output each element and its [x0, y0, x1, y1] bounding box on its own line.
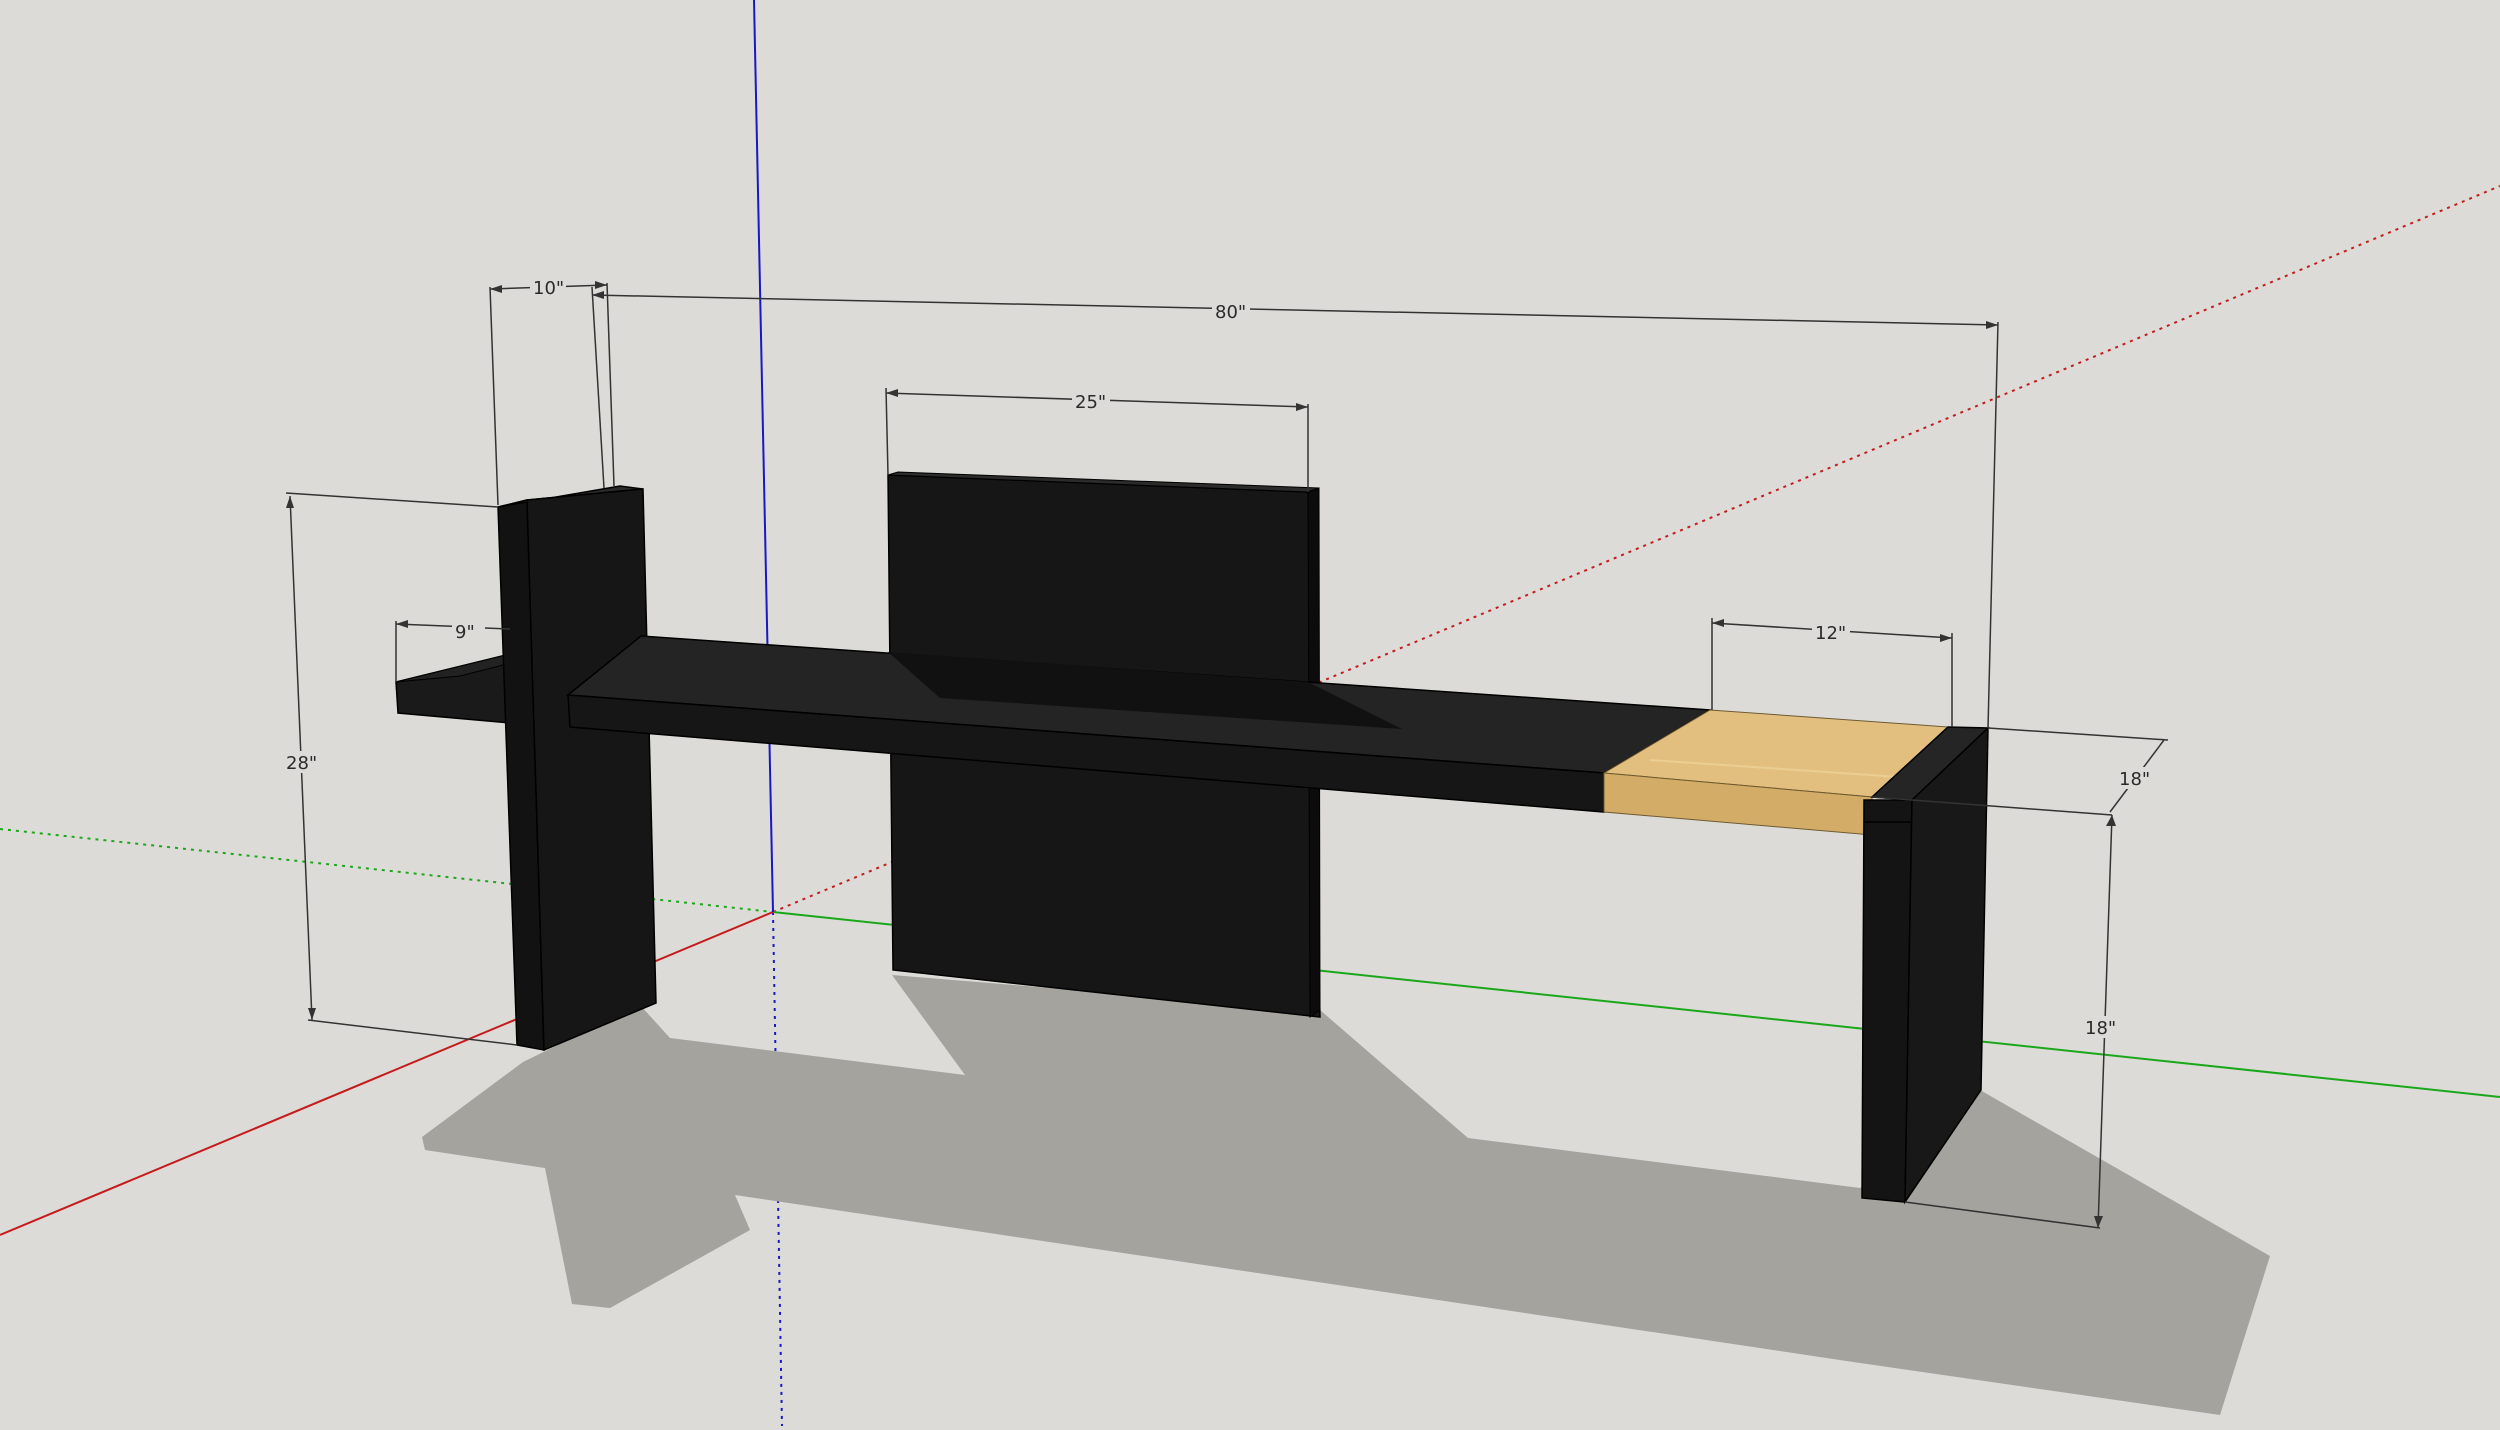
left-leg-front	[526, 488, 657, 1052]
sketchup-viewport[interactable]: 10" 80" 25" 9" 12" 28" 18" 18"	[0, 0, 2500, 1427]
dim-label-leg-height: 28"	[286, 753, 317, 774]
blue-axis-positive	[753, 0, 774, 913]
right-leg-front	[1861, 799, 1913, 1203]
dim-label-wood-insert: 12"	[1815, 623, 1846, 644]
left-leg[interactable]	[497, 485, 657, 1052]
dim-label-overhang: 9"	[455, 622, 475, 643]
dim-label-panel-width: 25"	[1075, 392, 1106, 413]
ground-shadow	[422, 975, 2270, 1415]
green-axis-negative	[0, 828, 774, 913]
dim-label-depth: 18"	[2119, 769, 2150, 790]
dim-label-seat-height: 18"	[2085, 1018, 2116, 1039]
shadow-shape	[422, 975, 2270, 1415]
dim-label-leg-width: 10"	[533, 278, 564, 299]
dim-label-overall-length: 80"	[1215, 302, 1246, 323]
